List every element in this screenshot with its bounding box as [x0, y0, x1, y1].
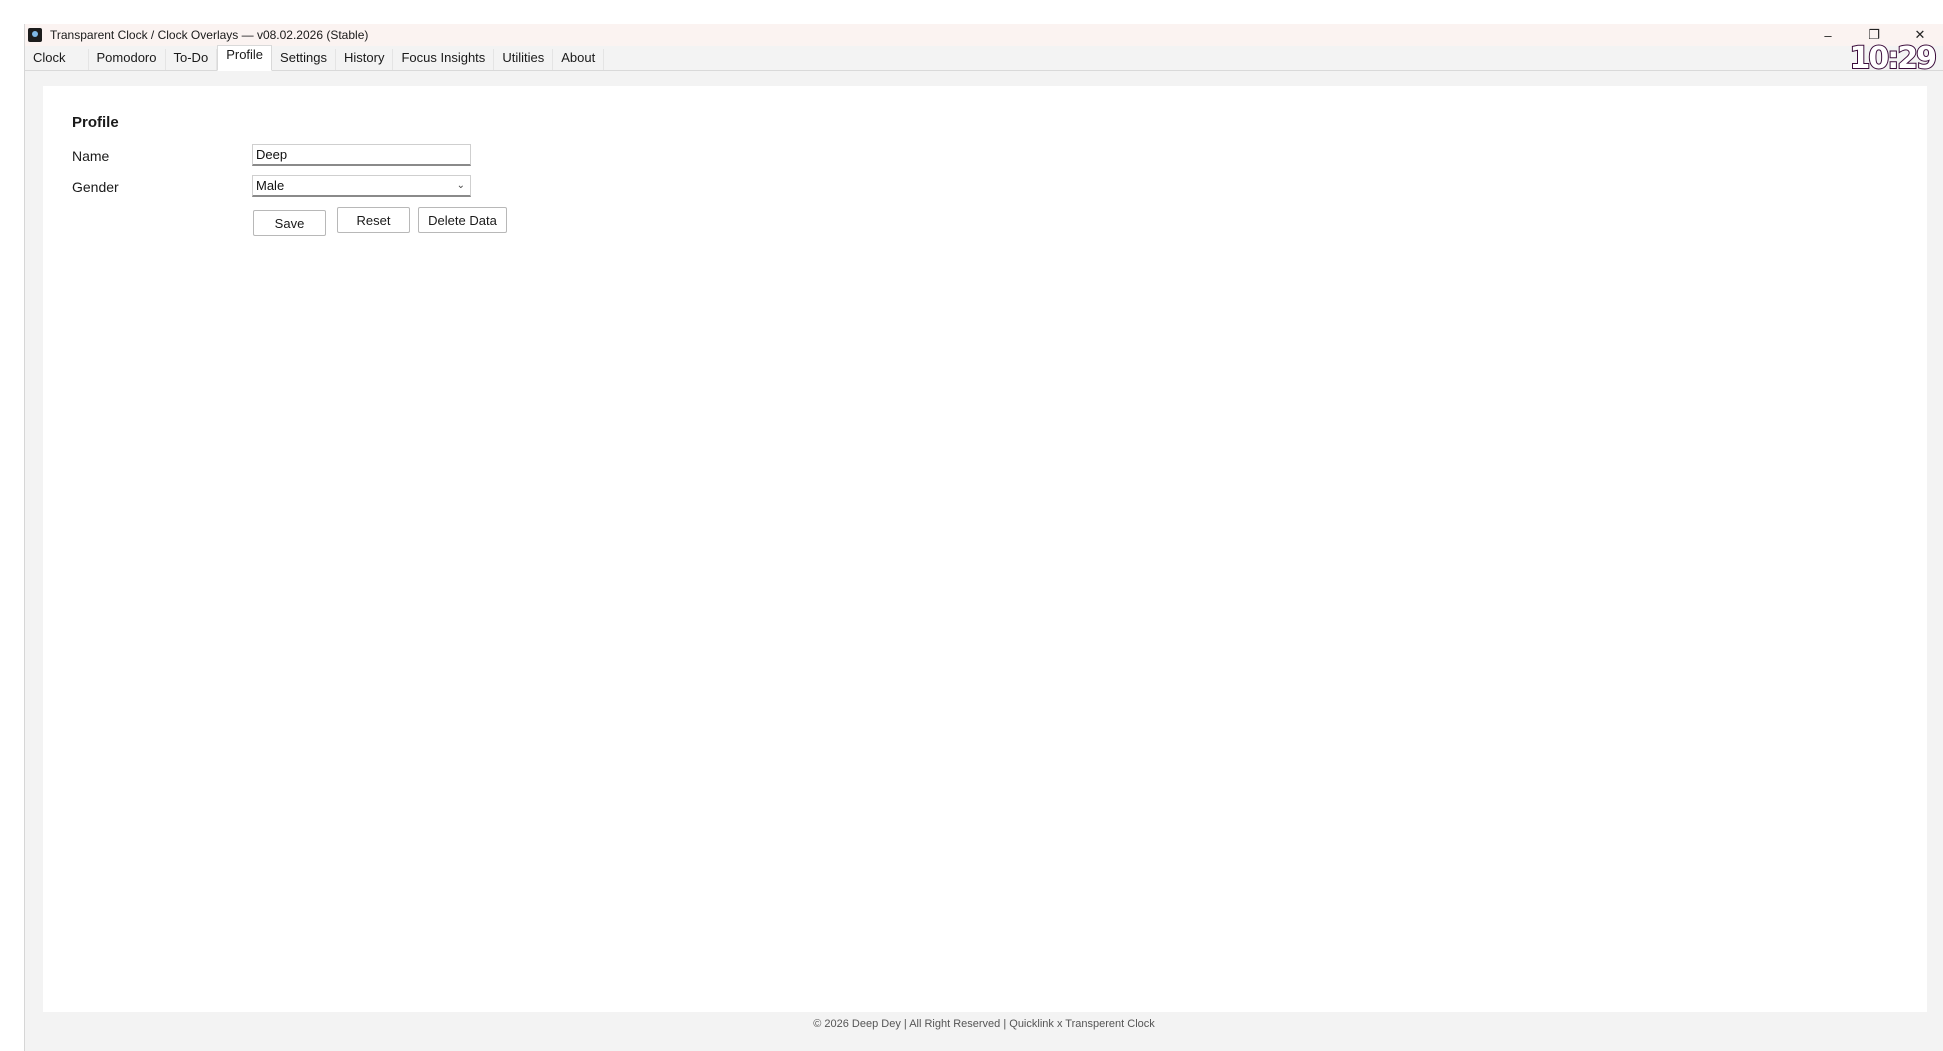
- tab-history[interactable]: History: [336, 49, 394, 70]
- tab-profile[interactable]: Profile: [217, 45, 273, 71]
- name-label: Name: [72, 148, 110, 164]
- app-icon: [28, 28, 42, 42]
- name-field-value: Deep: [256, 147, 288, 162]
- window-title: Transparent Clock / Clock Overlays — v08…: [50, 28, 369, 42]
- footer-copyright: © 2026 Deep Dey | All Right Reserved | Q…: [813, 1018, 1155, 1030]
- tab-settings[interactable]: Settings: [272, 49, 337, 70]
- tab-focus-insights[interactable]: Focus Insights: [393, 49, 495, 70]
- profile-panel: Profile Name Deep Gender Male ⌄ Save Res…: [43, 86, 1927, 1012]
- page-title: Profile: [72, 114, 119, 131]
- tab-pomodoro[interactable]: Pomodoro: [89, 49, 166, 70]
- tab-utilities[interactable]: Utilities: [494, 49, 554, 70]
- chevron-down-icon: ⌄: [456, 180, 465, 191]
- tab-clock[interactable]: Clock: [25, 49, 89, 70]
- gender-select[interactable]: Male ⌄: [252, 175, 471, 197]
- delete-data-button[interactable]: Delete Data: [418, 207, 507, 233]
- tab-bar: Clock Pomodoro To-Do Profile Settings Hi…: [25, 45, 1943, 71]
- minimize-icon[interactable]: –: [1805, 24, 1851, 46]
- gender-label: Gender: [72, 179, 119, 195]
- title-bar[interactable]: Transparent Clock / Clock Overlays — v08…: [25, 24, 1943, 46]
- save-button[interactable]: Save: [253, 210, 326, 236]
- gender-select-value: Male: [256, 178, 285, 193]
- overlay-clock[interactable]: 10:29: [1849, 43, 1938, 75]
- reset-button[interactable]: Reset: [337, 207, 410, 233]
- tab-about[interactable]: About: [553, 49, 605, 70]
- app-window: Transparent Clock / Clock Overlays — v08…: [24, 24, 1943, 1051]
- name-field[interactable]: Deep: [252, 144, 471, 166]
- tab-todo[interactable]: To-Do: [166, 49, 218, 70]
